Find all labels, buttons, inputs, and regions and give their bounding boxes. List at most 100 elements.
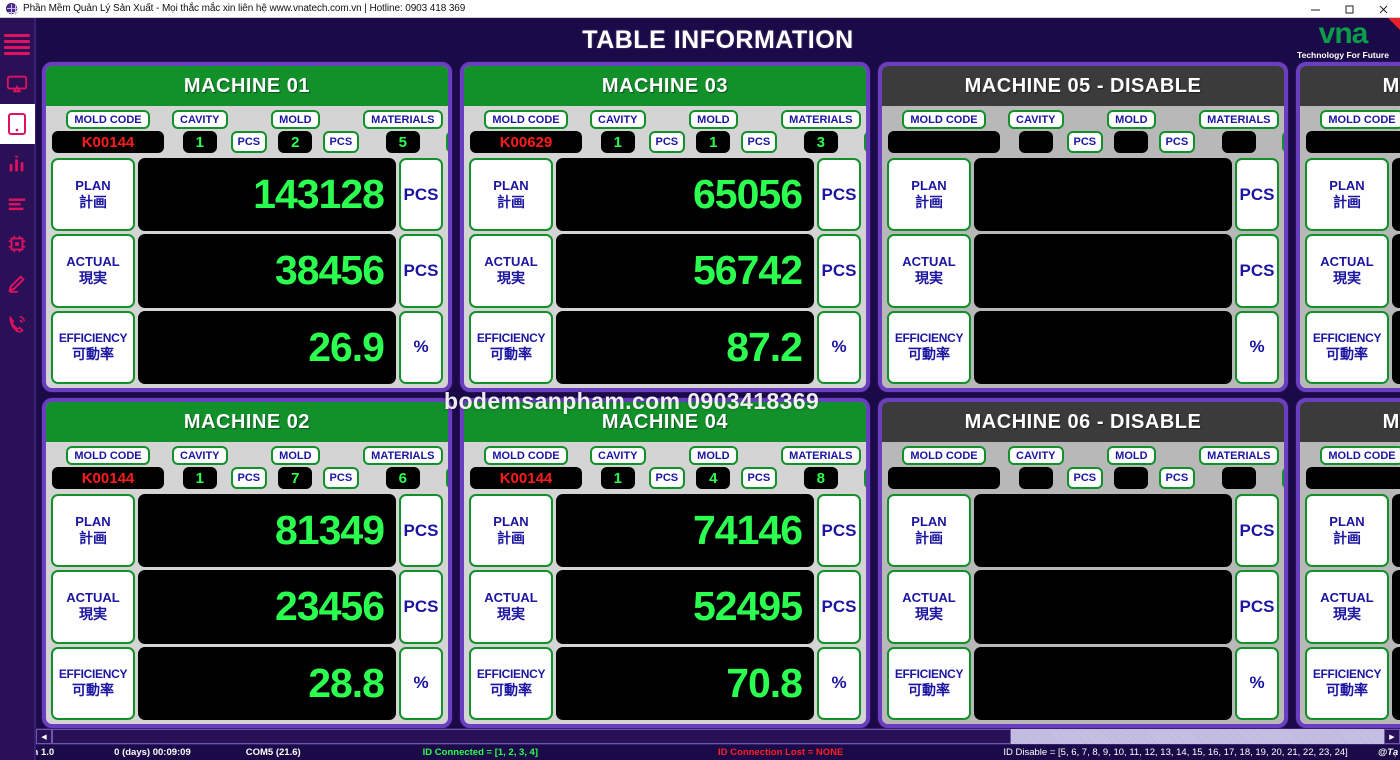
plan-label: PLAN 計画	[51, 494, 135, 568]
plan-label-jp: 計画	[1333, 194, 1361, 211]
mold-value: 2	[278, 131, 313, 153]
maximize-button[interactable]	[1332, 0, 1366, 18]
actual-label: ACTUAL 現実	[887, 234, 971, 308]
scroll-right-button[interactable]: ▶	[1384, 729, 1400, 744]
sidebar-item-monitor[interactable]	[0, 64, 35, 104]
mold-info-row: MOLD CODE CAVITY PCS MOLD	[886, 446, 1284, 494]
efficiency-label-jp: 可動率	[72, 346, 114, 363]
materials-value: 5	[385, 131, 420, 153]
plan-value	[974, 494, 1232, 568]
efficiency-label-en: EFFICIENCY	[58, 667, 128, 682]
efficiency-label-en: EFFICIENCY	[894, 667, 964, 682]
mold-code-group: MOLD CODE	[1306, 110, 1400, 153]
mold-code-label: MOLD CODE	[66, 110, 150, 129]
actual-unit: PCS	[817, 570, 861, 644]
mold-info-row: MOLD CODE CAVITY PCS MOLD	[886, 110, 1284, 158]
metric-row-plan: PLAN 計画 81349 PCS	[51, 494, 443, 568]
actual-label: ACTUAL 現実	[469, 234, 553, 308]
metrics: PLAN 計画 PCS ACTUAL 現実 PCS	[886, 158, 1280, 384]
actual-unit: PCS	[399, 234, 443, 308]
machine-card[interactable]: MACHINE 03 MOLD CODE K00629 CAVITY 1 PCS	[460, 62, 870, 392]
actual-label-jp: 現実	[915, 606, 943, 623]
materials-unit: PCS	[863, 131, 866, 153]
mold-code-value	[888, 131, 1000, 153]
machine-card-body: MOLD CODE K00144 CAVITY 1 PCS MOLD	[464, 442, 866, 724]
materials-label: MATERIALS	[1199, 446, 1279, 465]
logo-tagline: Technology For Future	[1297, 49, 1389, 60]
plan-label-jp: 計画	[1333, 530, 1361, 547]
machine-card-body: MOLD CODE CAVITY PCS MOLD	[882, 106, 1284, 388]
mold-label: MOLD	[1107, 446, 1156, 465]
mold-code-group: MOLD CODE K00629	[470, 110, 582, 153]
sidebar-item-menu-toggle[interactable]	[0, 24, 35, 64]
minimize-button[interactable]	[1298, 0, 1332, 18]
cavity-label: CAVITY	[590, 110, 646, 129]
machine-card[interactable]: MACHINE 04 MOLD CODE K00144 CAVITY 1 PCS	[460, 398, 870, 728]
sidebar-item-chip[interactable]	[0, 224, 35, 264]
machine-card[interactable]: MACHINE 06 - DISABLE MOLD CODE CAVITY PC…	[878, 398, 1288, 728]
status-id-connection-lost: ID Connection Lost = NONE	[718, 747, 844, 758]
mold-code-label: MOLD CODE	[484, 110, 568, 129]
actual-value: 38456	[138, 234, 396, 308]
sidebar	[0, 18, 36, 760]
machine-card-body: MOLD CODE K00144 CAVITY 1 PCS MOLD	[46, 106, 448, 388]
status-bar: Version 1.0 0 (days) 00:09:09 COM5 (21.6…	[0, 744, 1400, 760]
mold-label: MOLD	[271, 446, 320, 465]
app-globe-icon	[3, 2, 19, 16]
mold-code-value	[1306, 131, 1400, 153]
actual-label-jp: 現実	[1333, 606, 1361, 623]
metric-row-plan: PLAN 計画 PCS	[887, 494, 1279, 568]
sidebar-item-chart[interactable]	[0, 144, 35, 184]
materials-label: MATERIALS	[781, 446, 861, 465]
actual-label: ACTUAL 現実	[51, 570, 135, 644]
company-logo: vna Technology For Future	[1278, 18, 1400, 64]
machine-card[interactable]: MACHINE 07 - DISABLE MOLD CODE CAVITY PC…	[1296, 62, 1400, 392]
metrics: PLAN 計画 65056 PCS ACTUAL 現実 56742 PCS EF…	[468, 158, 862, 384]
horizontal-scrollbar[interactable]: ◀ ▶	[36, 728, 1400, 744]
materials-label: MATERIALS	[781, 110, 861, 129]
cavity-unit: PCS	[648, 467, 686, 489]
machine-card[interactable]: MACHINE 01 MOLD CODE K00144 CAVITY 1 PCS	[42, 62, 452, 392]
sidebar-item-support[interactable]	[0, 304, 35, 344]
actual-label-en: ACTUAL	[484, 590, 538, 606]
status-author: @Tạ An Hoàng	[1377, 747, 1400, 758]
mold-code-group: MOLD CODE	[888, 446, 1000, 489]
actual-label: ACTUAL 現実	[1305, 234, 1389, 308]
scroll-left-button[interactable]: ◀	[36, 729, 52, 744]
status-id-disable: ID Disable = [5, 6, 7, 8, 9, 10, 11, 12,…	[1003, 747, 1348, 758]
metric-row-plan: PLAN 計画 PCS	[887, 158, 1279, 232]
actual-label-en: ACTUAL	[66, 254, 120, 270]
mold-code-value: K00629	[470, 131, 582, 153]
scrollbar-thumb[interactable]	[52, 729, 1012, 744]
machine-card[interactable]: MACHINE 08 - DISABLE MOLD CODE CAVITY PC…	[1296, 398, 1400, 728]
close-button[interactable]	[1366, 0, 1400, 18]
efficiency-label: EFFICIENCY 可動率	[51, 310, 135, 384]
actual-label-en: ACTUAL	[1320, 590, 1374, 606]
plan-label-en: PLAN	[493, 178, 529, 194]
mold-unit: PCS	[322, 467, 360, 489]
cavity-value: 1	[600, 131, 635, 153]
actual-value	[1392, 570, 1400, 644]
plan-value	[1392, 158, 1400, 232]
phone-icon	[9, 315, 26, 333]
materials-unit: PCS	[445, 131, 448, 153]
machine-card-title: MACHINE 05 - DISABLE	[882, 66, 1284, 106]
plan-label-en: PLAN	[75, 514, 111, 530]
scrollbar-track[interactable]	[52, 729, 1384, 744]
cavity-unit: PCS	[1066, 467, 1104, 489]
plan-label-jp: 計画	[79, 530, 107, 547]
machine-card[interactable]: MACHINE 05 - DISABLE MOLD CODE CAVITY PC…	[878, 62, 1288, 392]
sidebar-item-list[interactable]	[0, 184, 35, 224]
metric-row-actual: ACTUAL 現実 23456 PCS	[51, 570, 443, 644]
cavity-label: CAVITY	[590, 446, 646, 465]
plan-value: 143128	[138, 158, 396, 232]
mold-value: 1	[696, 131, 731, 153]
sidebar-item-tablet[interactable]	[0, 104, 35, 144]
efficiency-unit: %	[817, 310, 861, 384]
cavity-group: CAVITY 1 PCS	[172, 446, 268, 489]
mold-code-value: K00144	[470, 467, 582, 489]
monitor-icon	[6, 75, 28, 93]
efficiency-label-en: EFFICIENCY	[476, 331, 546, 346]
sidebar-item-edit[interactable]	[0, 264, 35, 304]
machine-card[interactable]: MACHINE 02 MOLD CODE K00144 CAVITY 1 PCS	[42, 398, 452, 728]
